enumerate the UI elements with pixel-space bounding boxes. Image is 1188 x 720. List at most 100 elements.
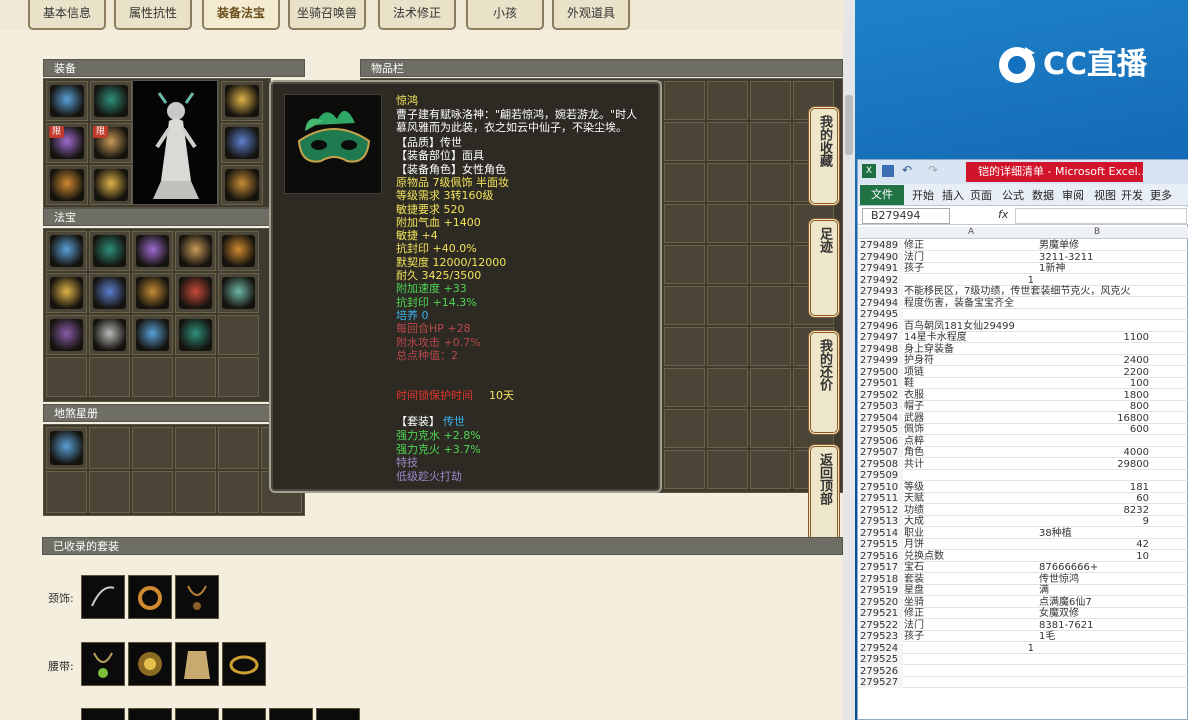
cell-b[interactable]: 10 [1039, 551, 1149, 562]
row-number[interactable]: 279517 [860, 562, 903, 573]
formula-input[interactable] [1015, 208, 1187, 224]
grid-slot[interactable]: 限 [46, 123, 88, 163]
set-item-icon[interactable] [81, 575, 125, 619]
row-number[interactable]: 279513 [860, 516, 903, 527]
cell-a[interactable]: 修正 [904, 240, 1037, 251]
cell-b[interactable]: 60 [1039, 493, 1149, 504]
cell-b[interactable]: 女魔双修 [1039, 608, 1149, 619]
grid-slot[interactable] [707, 163, 748, 202]
row-number[interactable]: 279491 [860, 263, 903, 274]
grid-slot[interactable] [175, 357, 216, 397]
ribbon-tab-8[interactable]: 更多 [1150, 187, 1172, 203]
cell-b[interactable]: 1毛 [1039, 631, 1149, 642]
cell-b[interactable]: 42 [1039, 539, 1149, 550]
grid-slot[interactable] [707, 286, 748, 325]
set-item-icon[interactable] [128, 642, 172, 686]
grid-slot[interactable] [707, 245, 748, 284]
row-number[interactable]: 279522 [860, 619, 903, 631]
set-item-icon[interactable] [269, 708, 313, 720]
cell-a[interactable]: 不能移民区，7级功绩，传世套装细节克火，风克火 [904, 286, 1130, 297]
grid-slot[interactable] [750, 163, 791, 202]
row-number[interactable]: 279526 [860, 665, 903, 677]
row-number[interactable]: 279496 [860, 320, 903, 332]
grid-slot[interactable] [664, 409, 705, 448]
ribbon-tab-1[interactable]: 插入 [942, 187, 964, 203]
grid-slot[interactable] [89, 471, 130, 513]
row-number[interactable]: 279524 [860, 642, 903, 654]
cell-b[interactable]: 3211-3211 [1039, 252, 1149, 263]
grid-slot[interactable] [46, 81, 88, 121]
grid-slot[interactable] [750, 204, 791, 243]
cell-a[interactable]: 点粹 [904, 436, 1037, 447]
tab-2[interactable]: 装备法宝 [202, 0, 280, 30]
row-number[interactable]: 279507 [860, 447, 903, 458]
grid-slot[interactable] [132, 427, 173, 469]
grid-slot[interactable]: 限 [90, 123, 132, 163]
cell-b[interactable]: 29800 [1039, 459, 1149, 470]
grid-slot[interactable] [90, 165, 132, 205]
cell-b[interactable]: 1800 [1039, 390, 1149, 401]
grid-slot[interactable] [90, 81, 132, 121]
grid-slot[interactable] [46, 231, 87, 271]
row-number[interactable]: 279489 [860, 240, 903, 251]
page-scrollbar[interactable] [843, 0, 855, 720]
grid-slot[interactable] [46, 427, 87, 469]
grid-slot[interactable] [46, 471, 87, 513]
grid-slot[interactable] [750, 368, 791, 407]
grid-slot[interactable] [750, 450, 791, 489]
my-favorites-button[interactable]: 我的收藏 [808, 106, 840, 206]
grid-slot[interactable] [46, 357, 87, 397]
cell-a[interactable]: 月饼 [904, 539, 1037, 550]
fx-icon[interactable]: fx [998, 208, 1008, 221]
cell-b[interactable]: 点满魔6仙7 [1039, 597, 1149, 608]
save-icon[interactable] [882, 165, 894, 177]
grid-slot[interactable] [218, 471, 259, 513]
grid-slot[interactable] [46, 165, 88, 205]
cell-a[interactable]: 星盘 [904, 585, 1037, 596]
grid-slot[interactable] [218, 427, 259, 469]
footprint-button[interactable]: 足迹 [808, 218, 840, 318]
grid-slot[interactable] [132, 315, 173, 355]
grid-slot[interactable] [175, 315, 216, 355]
grid-slot[interactable] [664, 122, 705, 161]
grid-slot[interactable] [221, 81, 263, 121]
tab-3[interactable]: 坐骑召唤兽 [288, 0, 366, 30]
grid-slot[interactable] [664, 204, 705, 243]
ribbon-tab-0[interactable]: 开始 [912, 187, 934, 203]
grid-slot[interactable] [89, 315, 130, 355]
cell-a[interactable]: 1 [904, 275, 1034, 286]
ribbon-tab-4[interactable]: 数据 [1032, 187, 1054, 203]
cell-a[interactable]: 宝石 [904, 562, 1037, 573]
cell-a[interactable]: 武器 [904, 413, 1037, 424]
row-number[interactable]: 279492 [860, 274, 903, 286]
grid-slot[interactable] [707, 368, 748, 407]
grid-slot[interactable] [175, 471, 216, 513]
grid-slot[interactable] [46, 273, 87, 313]
row-number[interactable]: 279498 [860, 343, 903, 355]
grid-slot[interactable] [664, 450, 705, 489]
grid-slot[interactable] [89, 427, 130, 469]
grid-slot[interactable] [132, 471, 173, 513]
grid-slot[interactable] [175, 231, 216, 271]
grid-slot[interactable] [221, 165, 263, 205]
row-number[interactable]: 279504 [860, 412, 903, 424]
row-number[interactable]: 279493 [860, 286, 903, 297]
ribbon-tab-2[interactable]: 页面 [970, 187, 992, 203]
cell-b[interactable]: 9 [1039, 516, 1149, 527]
row-number[interactable]: 279499 [860, 355, 903, 366]
grid-slot[interactable] [132, 273, 173, 313]
row-number[interactable]: 279519 [860, 585, 903, 596]
cell-b[interactable]: 8381-7621 [1039, 620, 1149, 631]
cell-b[interactable]: 满 [1039, 585, 1149, 596]
cell-a[interactable]: 法门 [904, 252, 1037, 263]
grid-slot[interactable] [750, 81, 791, 120]
grid-slot[interactable] [664, 81, 705, 120]
grid-slot[interactable] [707, 450, 748, 489]
cell-a[interactable]: 程度伤害，装备宝宝齐全 [904, 298, 1037, 309]
cell-a[interactable]: 14星卡水程度 [904, 332, 1037, 343]
cell-b[interactable]: 38种植 [1039, 528, 1149, 539]
row-number[interactable]: 279500 [860, 366, 903, 378]
row-number[interactable]: 279525 [860, 654, 903, 665]
grid-slot[interactable] [707, 409, 748, 448]
row-number[interactable]: 279506 [860, 435, 903, 447]
